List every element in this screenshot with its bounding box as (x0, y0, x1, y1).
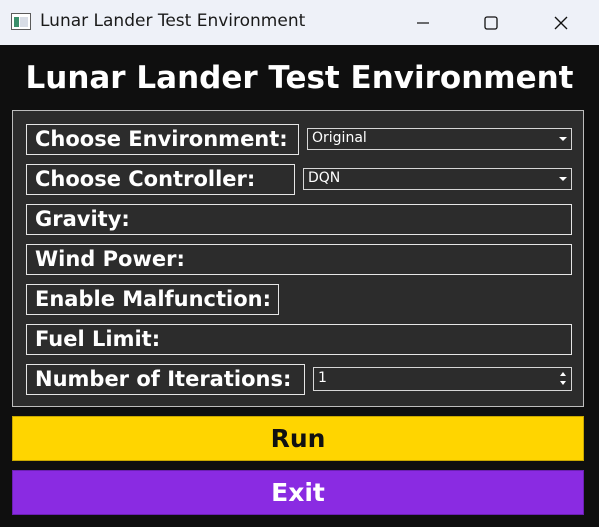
iterations-value: 1 (318, 370, 327, 386)
chevron-down-icon (559, 177, 567, 181)
fuel-limit-field[interactable]: Fuel Limit: (26, 324, 572, 355)
app-window-icon (11, 13, 31, 30)
title-bar: Lunar Lander Test Environment (0, 0, 599, 45)
minimize-icon (417, 21, 429, 24)
run-button[interactable]: Run (12, 416, 584, 461)
iterations-spinbox[interactable]: 1 (313, 367, 572, 391)
maximize-button[interactable] (468, 0, 514, 45)
controller-label: Choose Controller: (26, 164, 295, 195)
chevron-down-icon (559, 137, 567, 141)
app-heading: Lunar Lander Test Environment (25, 60, 574, 96)
spin-up-icon[interactable] (560, 372, 566, 376)
close-button[interactable] (538, 0, 584, 45)
app-window: Lunar Lander Test Environment Lunar Land… (0, 0, 599, 527)
wind-power-label: Wind Power: (35, 247, 185, 271)
malfunction-label: Enable Malfunction: (35, 287, 272, 311)
fuel-limit-label: Fuel Limit: (35, 327, 161, 351)
iterations-label: Number of Iterations: (26, 364, 305, 395)
gravity-label: Gravity: (35, 207, 130, 231)
environment-value: Original (312, 130, 367, 146)
malfunction-checkbox[interactable]: Enable Malfunction: (26, 284, 279, 315)
environment-label: Choose Environment: (26, 124, 299, 155)
minimize-button[interactable] (400, 0, 446, 45)
gravity-field[interactable]: Gravity: (26, 204, 572, 235)
maximize-icon (484, 15, 498, 30)
environment-dropdown[interactable]: Original (307, 128, 572, 150)
wind-power-field[interactable]: Wind Power: (26, 244, 572, 275)
controller-dropdown[interactable]: DQN (303, 168, 572, 190)
spin-down-icon[interactable] (560, 381, 566, 385)
exit-button[interactable]: Exit (12, 470, 584, 515)
controller-value: DQN (308, 170, 341, 186)
close-icon (554, 16, 568, 29)
window-title: Lunar Lander Test Environment (40, 11, 306, 31)
settings-panel: Choose Environment: Original Choose Cont… (12, 110, 584, 407)
